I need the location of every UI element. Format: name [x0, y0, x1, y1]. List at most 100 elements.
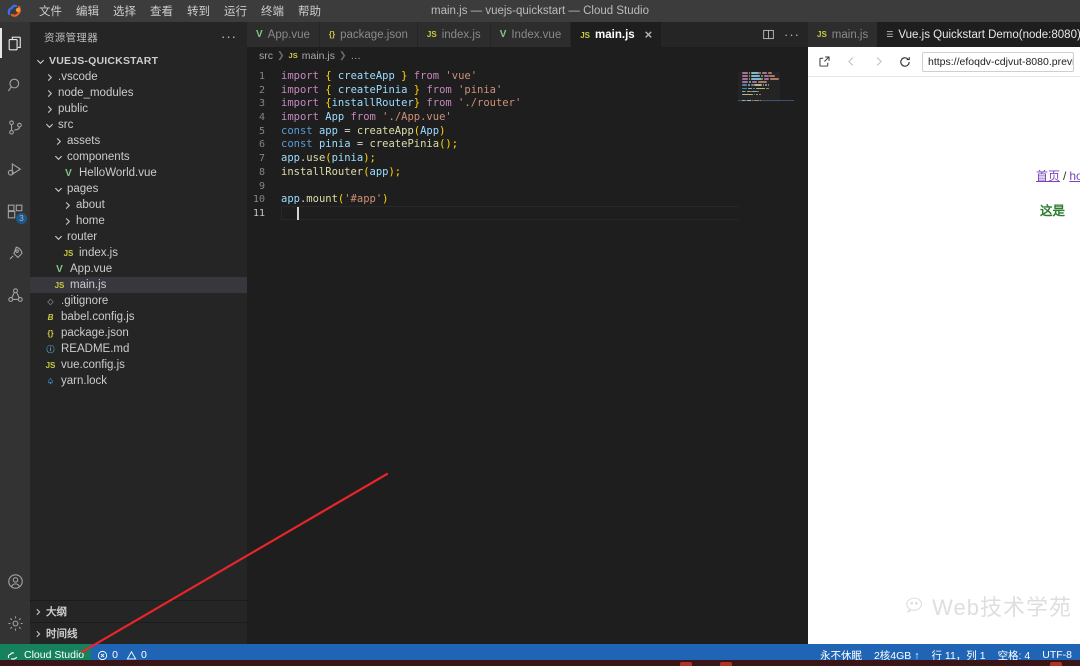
tree-file[interactable]: JS main.js: [30, 277, 247, 293]
taskbar-item[interactable]: [680, 662, 692, 666]
code-editor[interactable]: 1 import { createApp } from 'vue' 2 import …: [247, 64, 808, 644]
code-text: const pinia = createPinia();: [281, 138, 459, 151]
code-line: 5 const app = createApp(App): [247, 125, 521, 139]
menu-run[interactable]: 运行: [217, 1, 254, 21]
editor-tab-package-json[interactable]: {} package.json: [319, 22, 418, 47]
remote-icon: [7, 651, 18, 660]
breadcrumb-item-symbol[interactable]: …: [351, 50, 362, 62]
preview-tab-demo[interactable]: ☰ Vue.js Quickstart Demo(node:8080): [877, 22, 1080, 47]
editor-scrollbar[interactable]: [794, 64, 808, 644]
code-line: 2 import { createPinia } from 'pinia': [247, 84, 521, 98]
minimap-token: [752, 90, 757, 93]
tree-folder[interactable]: about: [30, 197, 247, 213]
tree-item-label: package.json: [61, 327, 129, 339]
tree-folder[interactable]: node_modules: [30, 85, 247, 101]
error-icon: [98, 650, 108, 660]
menu-help[interactable]: 帮助: [291, 1, 328, 21]
menu-terminal[interactable]: 终端: [254, 1, 291, 21]
editor-tab-index-js[interactable]: JS index.js: [417, 22, 491, 47]
editor-tab-app-vue[interactable]: V App.vue: [247, 22, 320, 47]
sidebar-explorer: 资源管理器 ··· VUEJS-QUICKSTART .vscode node_mo…: [30, 22, 247, 644]
activity-run-debug[interactable]: [0, 148, 30, 190]
menu-selection[interactable]: 选择: [106, 1, 143, 21]
minimap-token: [751, 72, 759, 74]
minimap-token: [748, 78, 750, 80]
menu-file[interactable]: 文件: [32, 1, 69, 21]
breadcrumb-item-file[interactable]: main.js: [302, 50, 335, 62]
activity-share[interactable]: [0, 274, 30, 316]
tree-item-label: vue.config.js: [61, 359, 125, 371]
tree-folder[interactable]: .vscode: [30, 69, 247, 85]
nav-link-second[interactable]: ho: [1069, 169, 1080, 183]
menu-edit[interactable]: 编辑: [69, 1, 106, 21]
js-file-icon: JS: [580, 30, 591, 40]
sidebar-section-outline[interactable]: 大纲: [30, 600, 247, 622]
tree-folder[interactable]: home: [30, 213, 247, 229]
back-arrow-icon[interactable]: [841, 52, 861, 72]
minimap-token: [767, 72, 772, 74]
tree-folder[interactable]: router: [30, 229, 247, 245]
tree-file[interactable]: ⓘ README.md: [30, 341, 247, 357]
minimap-token: [763, 75, 769, 77]
split-editor-icon[interactable]: [762, 28, 775, 41]
activity-source-control[interactable]: [0, 106, 30, 148]
tree-folder[interactable]: components: [30, 149, 247, 165]
breadcrumb-item-src[interactable]: src: [259, 50, 273, 62]
editor-more-icon[interactable]: ···: [784, 28, 800, 41]
sidebar-section-timeline[interactable]: 时间线: [30, 622, 247, 644]
tree-file[interactable]: ◇ .gitignore: [30, 293, 247, 309]
minimap-token: [761, 72, 767, 74]
code-text: app.use(pinia);: [281, 152, 376, 165]
tree-item-label: components: [67, 151, 130, 163]
sidebar-more-actions-icon[interactable]: ···: [221, 30, 237, 43]
tree-file[interactable]: JS index.js: [30, 245, 247, 261]
taskbar-item[interactable]: [720, 662, 732, 666]
page-body-text: 这是: [1040, 204, 1066, 218]
tree-file[interactable]: {} package.json: [30, 325, 247, 341]
activity-accounts[interactable]: [0, 560, 30, 602]
tree-folder[interactable]: pages: [30, 181, 247, 197]
activity-search[interactable]: [0, 64, 30, 106]
browser-url-bar[interactable]: https://efoqdv-cdjvut-8080.preview.myide: [922, 51, 1074, 72]
minimap-token: [770, 78, 779, 80]
tree-file[interactable]: V HelloWorld.vue: [30, 165, 247, 181]
minimap[interactable]: [738, 64, 794, 644]
minimap-token: [742, 72, 748, 74]
minimap-token: [751, 84, 754, 86]
line-number: 5: [258, 125, 265, 137]
activity-settings[interactable]: [0, 602, 30, 644]
minimap-token: [757, 90, 759, 93]
editor-tab-index-vue[interactable]: V Index.vue: [490, 22, 572, 47]
reload-icon[interactable]: [895, 52, 915, 72]
watermark-text: Web技术学苑: [932, 595, 1072, 620]
os-taskbar-strip: [0, 660, 1080, 666]
tab-close-icon[interactable]: ×: [645, 28, 653, 41]
activity-extensions[interactable]: 3: [0, 190, 30, 232]
tree-file[interactable]: V App.vue: [30, 261, 247, 277]
tree-folder[interactable]: public: [30, 101, 247, 117]
editor-tab-main-js[interactable]: JS main.js ×: [571, 22, 663, 47]
tree-root[interactable]: VUEJS-QUICKSTART: [30, 53, 247, 69]
tree-file[interactable]: ♤ yarn.lock: [30, 373, 247, 389]
tree-file[interactable]: Bbabel.config.js: [30, 309, 247, 325]
js-file-icon: JS: [817, 30, 827, 39]
minimap-token: [742, 81, 748, 83]
tree-folder[interactable]: assets: [30, 133, 247, 149]
tree-folder[interactable]: src: [30, 117, 247, 133]
activity-deploy[interactable]: [0, 232, 30, 274]
open-external-icon[interactable]: [814, 52, 834, 72]
js-file-icon: JS: [54, 280, 65, 290]
code-text: app.mount('#app'): [281, 193, 389, 206]
menu-view[interactable]: 查看: [143, 1, 180, 21]
forward-arrow-icon[interactable]: [868, 52, 888, 72]
taskbar-item[interactable]: [1050, 662, 1062, 666]
nav-link-home[interactable]: 首页: [1036, 169, 1060, 183]
chevron-right-icon: [43, 73, 55, 82]
menu-go[interactable]: 转到: [180, 1, 217, 21]
tree-file[interactable]: JS vue.config.js: [30, 357, 247, 373]
title-bar: 文件 编辑 选择 查看 转到 运行 终端 帮助 main.js — vuejs-…: [0, 0, 1080, 22]
code-line: 3 import {installRouter} from './router': [247, 97, 521, 111]
preview-tab-main-js[interactable]: JS main.js: [808, 22, 878, 47]
js-file-icon: JS: [426, 30, 437, 39]
activity-explorer[interactable]: [0, 22, 30, 64]
